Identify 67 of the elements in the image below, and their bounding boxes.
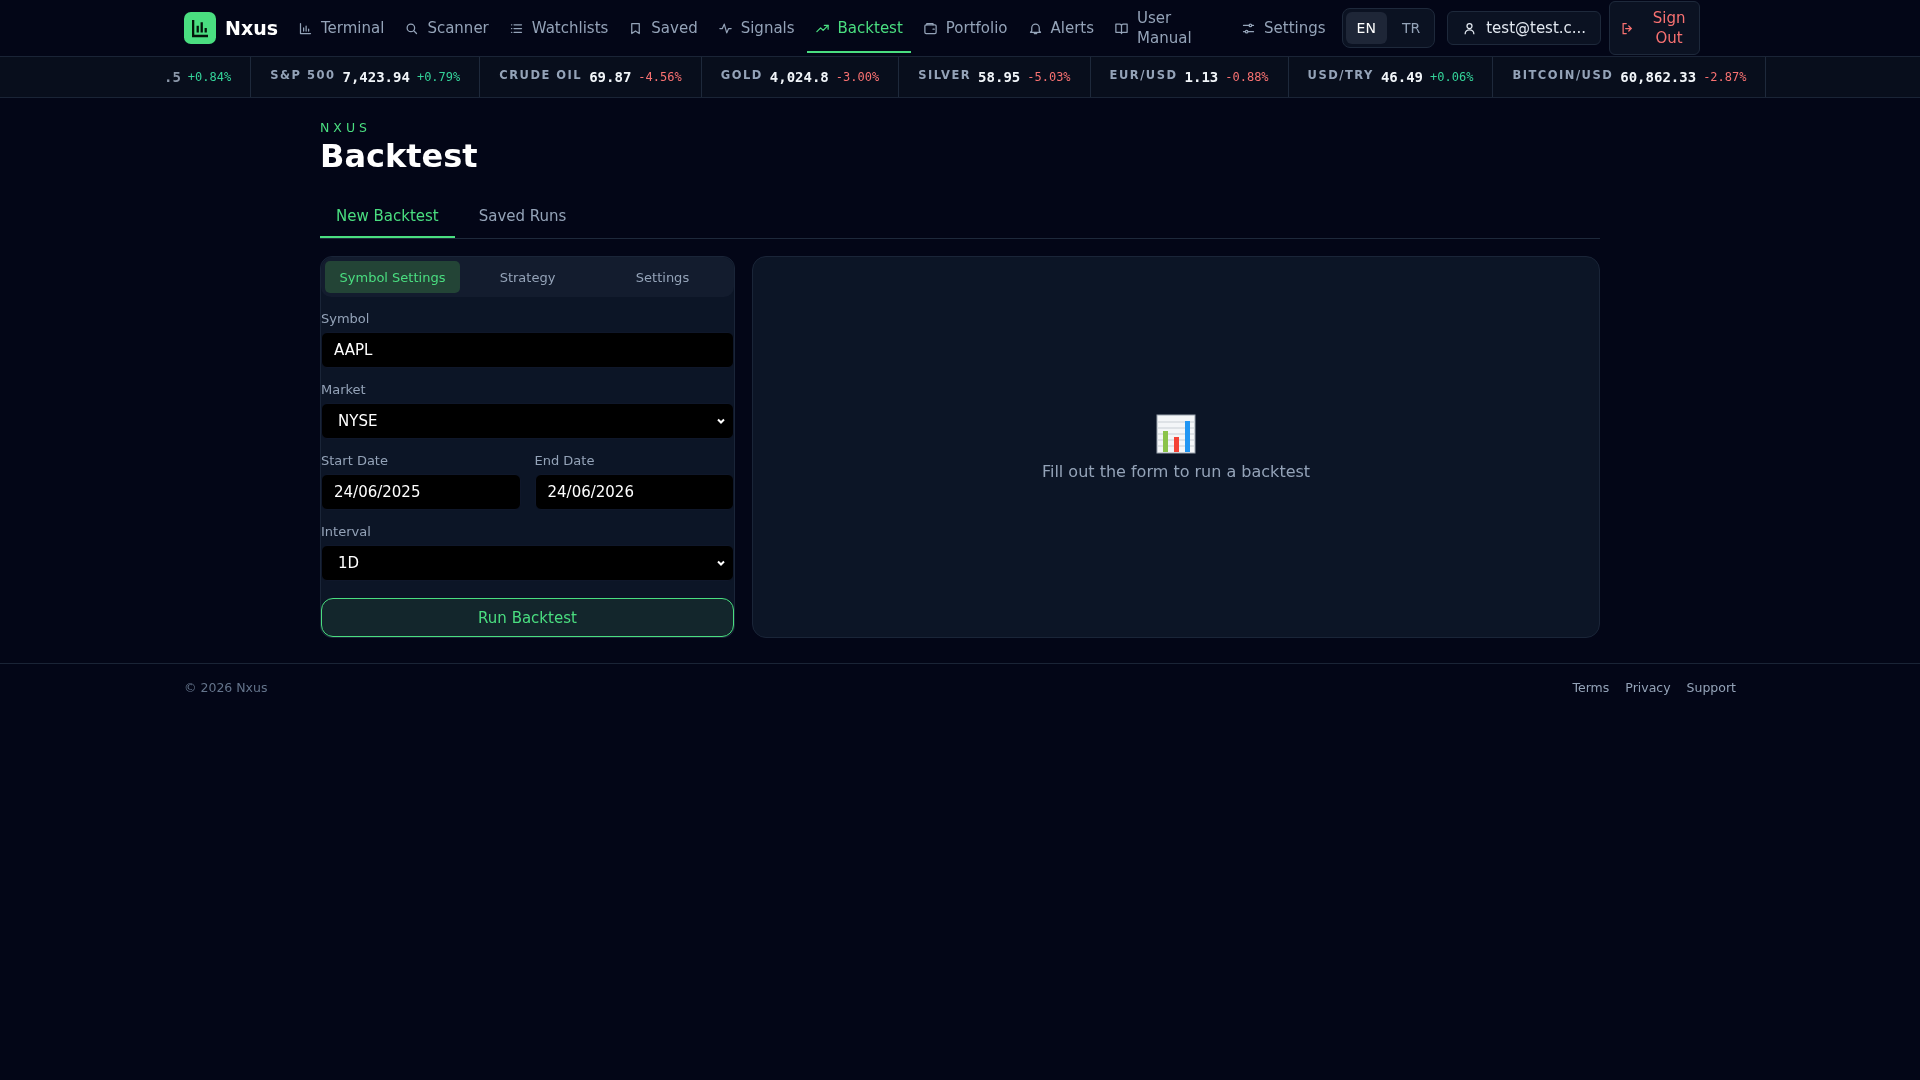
nav-link[interactable]: Signals [709, 5, 803, 53]
ticker-value: 4,024.8 [769, 69, 829, 85]
ticker-change: +0.79% [416, 70, 461, 84]
nav-link[interactable]: Terminal [290, 5, 393, 53]
brand-name: Nxus [225, 17, 278, 39]
nav-link[interactable]: Scanner [396, 5, 497, 53]
ticker-value: .5 [164, 69, 181, 85]
user-button[interactable]: test@test.c... [1447, 11, 1602, 45]
form-tab[interactable]: Symbol Settings [325, 261, 460, 293]
language-option[interactable]: EN [1345, 12, 1387, 44]
language-option[interactable]: TR [1390, 12, 1432, 44]
footer-link[interactable]: Terms [1572, 680, 1610, 695]
field-label: Market [321, 382, 367, 397]
ticker-label: GOLD [720, 68, 763, 82]
ticker-value: 60,862.33 [1620, 69, 1697, 85]
tab[interactable]: Saved Runs [462, 197, 583, 238]
bell-icon [1027, 20, 1043, 36]
nav-link[interactable]: User Manual [1106, 5, 1206, 53]
input-field[interactable]: AAPL [321, 332, 734, 368]
field-label: Symbol [321, 311, 371, 326]
ticker-change: -4.56% [638, 70, 682, 84]
form-tab[interactable]: Settings [595, 261, 730, 293]
field-label: End Date [534, 453, 596, 468]
ticker-change: +0.84% [187, 70, 232, 84]
ticker-value: 7,423.94 [342, 69, 410, 85]
sign-out-button[interactable]: Sign Out [1609, 1, 1701, 55]
field-label: Start Date [321, 453, 389, 468]
ticker-value: 69.87 [589, 69, 632, 85]
tab[interactable]: New Backtest [320, 197, 455, 238]
nav-link[interactable]: Backtest [806, 5, 911, 53]
empty-state-message: Fill out the form to run a backtest [1041, 461, 1311, 481]
nav-link[interactable]: Saved [620, 5, 706, 53]
input-field[interactable]: 24/06/2026 [534, 474, 734, 510]
form-tab[interactable]: Strategy [460, 261, 595, 293]
nav-link[interactable]: Settings [1233, 5, 1334, 53]
field-label: Interval [321, 524, 372, 539]
nav-link[interactable]: Watchlists [500, 5, 617, 53]
copyright: © 2026 Nxus [184, 680, 268, 695]
select-field[interactable]: 1D [321, 545, 734, 581]
footer-link[interactable]: Support [1686, 680, 1736, 695]
input-field[interactable]: 24/06/2025 [321, 474, 521, 510]
ticker-label: SILVER [918, 68, 972, 82]
ticker-change: -2.87% [1703, 70, 1747, 84]
bar-chart-icon [298, 20, 313, 36]
ticker-label: CRUDE OIL [499, 68, 583, 82]
ticker-value: 46.49 [1380, 69, 1424, 85]
ticker-label: BITCOIN/USD [1512, 68, 1614, 82]
ticker-label: EUR/USD [1109, 68, 1178, 82]
run-backtest-button[interactable]: Run Backtest [321, 598, 734, 637]
ticker-label: S&P 500 [270, 68, 336, 82]
bar-chart-icon [1156, 413, 1196, 454]
ticker-label: USD/TRY [1307, 68, 1374, 82]
ticker-value: 1.13 [1184, 69, 1219, 85]
ticker-change: -5.03% [1027, 70, 1071, 84]
ticker-change: +0.06% [1430, 70, 1474, 84]
book-icon [1114, 20, 1130, 36]
ticker-value: 58.95 [978, 69, 1021, 85]
page-eyebrow: NXUS [320, 120, 372, 135]
page-title: Backtest [320, 137, 479, 175]
logo-icon [184, 12, 216, 44]
select-field[interactable]: NYSE [321, 403, 734, 439]
wallet-icon [922, 20, 938, 36]
footer-link[interactable]: Privacy [1625, 680, 1671, 695]
ticker-change: -0.88% [1225, 70, 1269, 84]
nav-link[interactable]: Portfolio [914, 5, 1016, 53]
ticker-change: -3.00% [835, 70, 880, 84]
nav-link[interactable]: Alerts [1019, 5, 1103, 53]
